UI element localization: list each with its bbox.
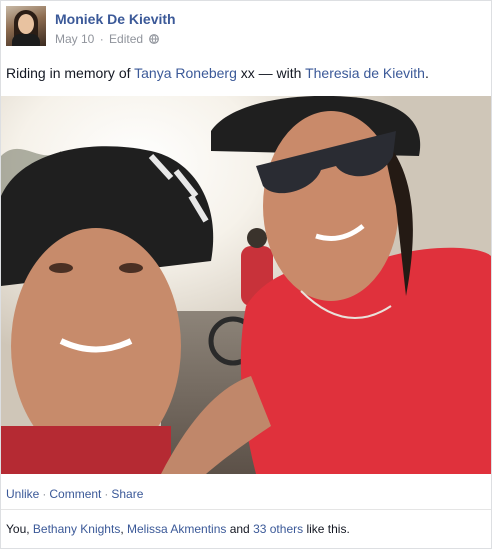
left-shirt bbox=[1, 426, 171, 474]
post-meta: May 10 · Edited bbox=[55, 32, 160, 46]
globe-icon[interactable] bbox=[149, 34, 160, 44]
message-middle: xx — with bbox=[236, 65, 306, 81]
likes-you: You, bbox=[6, 522, 33, 536]
comment-link[interactable]: Comment bbox=[49, 487, 101, 501]
tagged-friend-link[interactable]: Theresia de Kievith bbox=[305, 65, 425, 81]
unlike-link[interactable]: Unlike bbox=[6, 487, 39, 501]
actions-divider bbox=[1, 509, 491, 510]
post-header: Moniek De Kievith May 10 · Edited bbox=[6, 6, 486, 48]
share-link[interactable]: Share bbox=[111, 487, 143, 501]
avatar-face bbox=[18, 14, 34, 34]
edited-label[interactable]: Edited bbox=[109, 32, 143, 46]
post-message: Riding in memory of Tanya Roneberg xx — … bbox=[6, 64, 429, 82]
post-photo[interactable] bbox=[1, 96, 491, 474]
meta-separator: · bbox=[99, 32, 104, 46]
likes-and: and bbox=[226, 522, 254, 536]
bg-cyclist-head bbox=[247, 228, 267, 248]
liker-link-2[interactable]: Melissa Akmentins bbox=[127, 522, 226, 536]
likes-comma: , bbox=[120, 522, 127, 536]
left-eye-r bbox=[119, 263, 143, 273]
message-prefix: Riding in memory of bbox=[6, 65, 135, 81]
likes-suffix: like this. bbox=[303, 522, 350, 536]
left-eye-l bbox=[49, 263, 73, 273]
author-avatar[interactable] bbox=[6, 6, 46, 46]
mention-link[interactable]: Tanya Roneberg bbox=[134, 65, 237, 81]
photo-illustration bbox=[1, 96, 491, 474]
action-separator: · bbox=[104, 487, 109, 501]
likes-summary: You, Bethany Knights, Melissa Akmentins … bbox=[6, 522, 350, 536]
author-name[interactable]: Moniek De Kievith bbox=[55, 11, 176, 27]
post-actions: Unlike · Comment · Share bbox=[6, 487, 143, 501]
liker-link-1[interactable]: Bethany Knights bbox=[33, 522, 120, 536]
post-date[interactable]: May 10 bbox=[55, 32, 94, 46]
avatar-shirt bbox=[12, 34, 40, 46]
action-separator: · bbox=[42, 487, 47, 501]
message-suffix: . bbox=[424, 65, 429, 81]
post-card: Moniek De Kievith May 10 · Edited Riding… bbox=[0, 0, 492, 549]
likes-others-link[interactable]: 33 others bbox=[253, 522, 303, 536]
